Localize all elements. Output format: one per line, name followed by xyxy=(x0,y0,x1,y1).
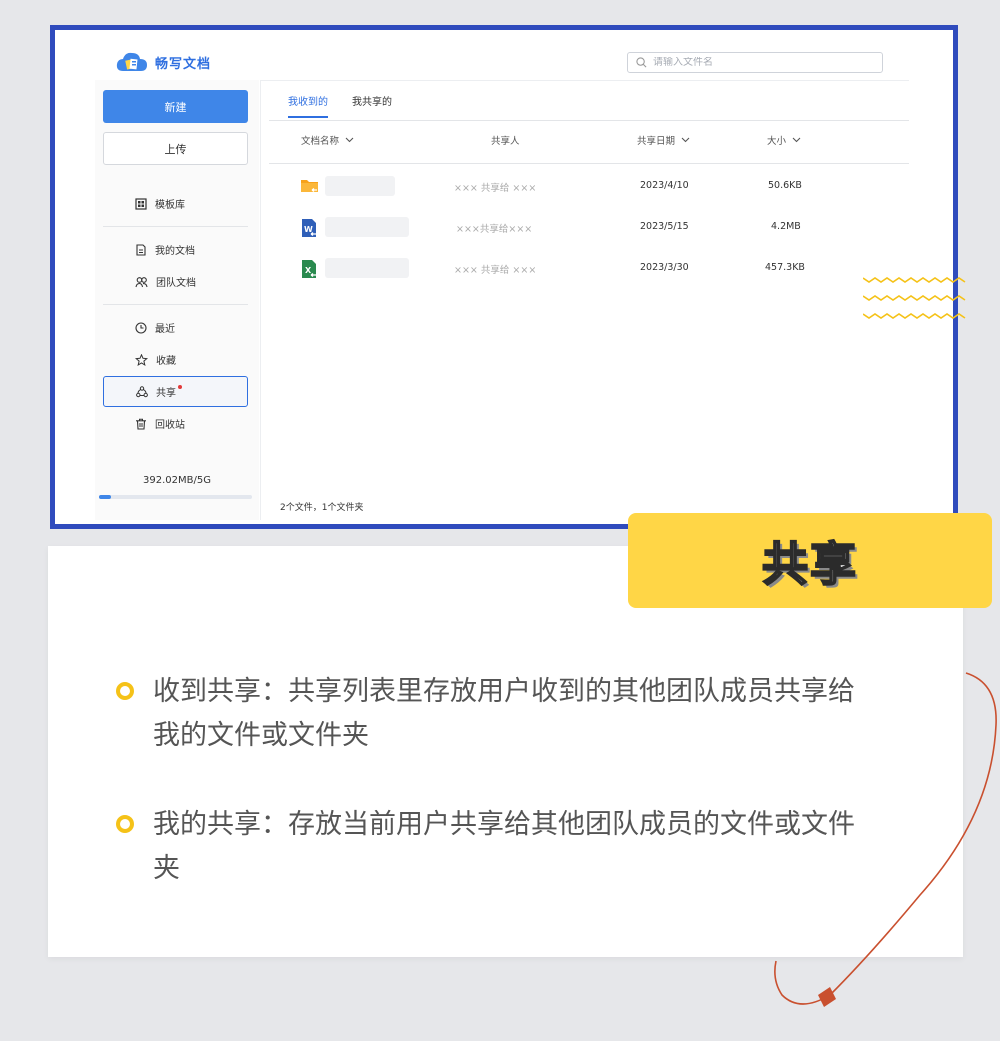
cloud-logo-icon xyxy=(116,52,147,71)
table-row[interactable]: W ×××共享给××× 2023/5/15 4.2MB xyxy=(269,216,909,240)
excel-doc-icon: X xyxy=(302,260,317,278)
chevron-down-icon xyxy=(345,137,354,143)
table-header-divider xyxy=(269,163,909,164)
search-box[interactable] xyxy=(627,52,883,73)
sidebar-item-label: 回收站 xyxy=(155,420,185,431)
share-date: 2023/5/15 xyxy=(640,221,689,232)
search-input[interactable] xyxy=(653,57,853,68)
bullet-my-shares: 我的共享：存放当前用户共享给其他团队成员的文件或文件夹 xyxy=(116,803,876,891)
logo-text: 畅写文档 xyxy=(155,56,212,72)
section-badge: 共享 xyxy=(628,513,992,608)
file-name xyxy=(325,176,395,196)
bullet-dot-icon xyxy=(116,815,134,833)
team-icon xyxy=(135,276,148,287)
sidebar-item-label: 团队文档 xyxy=(156,278,196,289)
zigzag-decoration xyxy=(863,277,966,319)
sidebar-item-favorites[interactable]: 收藏 xyxy=(103,344,248,375)
sidebar-item-label: 最近 xyxy=(155,324,175,335)
storage-progress-bar xyxy=(99,495,252,499)
template-icon xyxy=(135,197,147,210)
upload-button[interactable]: 上传 xyxy=(103,132,248,165)
sharer-text: ×××共享给××× xyxy=(456,224,533,235)
document-icon xyxy=(136,243,146,256)
word-doc-icon: W xyxy=(302,219,317,237)
sidebar-item-recent[interactable]: 最近 xyxy=(103,312,248,343)
file-name xyxy=(325,217,409,237)
file-size: 50.6KB xyxy=(768,180,802,191)
chevron-down-icon xyxy=(681,137,690,143)
file-manager-app: 畅写文档 新建 上传 模板库 xyxy=(55,30,953,524)
curved-arrow-decoration xyxy=(774,672,997,1007)
sidebar-item-team-docs[interactable]: 团队文档 xyxy=(103,266,248,297)
table-row[interactable]: ××× 共享给 ××× 2023/4/10 50.6KB xyxy=(269,175,909,199)
sidebar-item-my-docs[interactable]: 我的文档 xyxy=(103,234,248,265)
sidebar-item-label: 我的文档 xyxy=(155,246,195,257)
folder-icon xyxy=(301,180,318,192)
trash-icon xyxy=(136,418,146,430)
sidebar-divider xyxy=(103,226,248,227)
app-screenshot-frame: 畅写文档 新建 上传 模板库 xyxy=(50,25,958,529)
share-date: 2023/4/10 xyxy=(640,180,689,191)
tab-divider xyxy=(269,120,909,121)
share-tabs: 我收到的 我共享的 xyxy=(288,88,392,118)
sidebar-item-trash[interactable]: 回收站 xyxy=(103,408,248,439)
tab-my-shares[interactable]: 我共享的 xyxy=(352,88,392,118)
sidebar-item-label: 收藏 xyxy=(156,356,176,367)
sidebar-item-label: 共享 xyxy=(156,388,176,399)
share-date: 2023/3/30 xyxy=(640,262,689,273)
bullet-dot-icon xyxy=(116,682,134,700)
file-count-summary: 2个文件，1个文件夹 xyxy=(280,503,364,513)
bullet-received-shares: 收到共享：共享列表里存放用户收到的其他团队成员共享给我的文件或文件夹 xyxy=(116,670,876,758)
file-name xyxy=(325,258,409,278)
column-header-date[interactable]: 共享日期 xyxy=(637,133,690,147)
sidebar-item-templates[interactable]: 模板库 xyxy=(103,188,248,219)
header-divider xyxy=(261,80,909,81)
sidebar-item-label: 模板库 xyxy=(155,200,185,211)
sharer-text: ××× 共享给 ××× xyxy=(454,265,537,276)
sidebar-item-shared[interactable]: 共享 xyxy=(103,376,248,407)
file-size: 4.2MB xyxy=(771,221,801,232)
sharer-text: ××× 共享给 ××× xyxy=(454,183,537,194)
column-header-size[interactable]: 大小 xyxy=(767,133,801,147)
storage-progress-fill xyxy=(99,495,112,499)
table-header: 文档名称 共享人 共享日期 大小 xyxy=(269,133,909,153)
chevron-down-icon xyxy=(792,137,801,143)
star-icon xyxy=(135,353,148,366)
svg-text:W: W xyxy=(304,225,313,234)
file-size: 457.3KB xyxy=(765,262,805,273)
tab-received[interactable]: 我收到的 xyxy=(288,88,328,118)
bullet-text: 我的共享：存放当前用户共享给其他团队成员的文件或文件夹 xyxy=(153,809,855,884)
clock-icon xyxy=(135,321,147,334)
notification-dot xyxy=(178,384,182,389)
column-header-name[interactable]: 文档名称 xyxy=(301,133,354,147)
share-icon xyxy=(136,385,148,397)
sidebar: 新建 上传 模板库 我的文档 团队文档 最近 收藏 共享 回收站 392.02M… xyxy=(95,80,259,520)
sidebar-divider xyxy=(103,304,248,305)
bullet-text: 收到共享：共享列表里存放用户收到的其他团队成员共享给我的文件或文件夹 xyxy=(153,676,855,751)
svg-text:X: X xyxy=(305,266,312,275)
search-icon xyxy=(636,57,647,68)
table-row[interactable]: X ××× 共享给 ××× 2023/3/30 457.3KB xyxy=(269,257,909,281)
column-header-sharer: 共享人 xyxy=(491,136,520,147)
new-button[interactable]: 新建 xyxy=(103,90,248,123)
storage-usage-text: 392.02MB/5G xyxy=(143,475,211,486)
sidebar-border xyxy=(260,80,261,520)
badge-title: 共享 xyxy=(761,536,858,592)
app-logo[interactable]: 畅写文档 xyxy=(115,50,211,74)
